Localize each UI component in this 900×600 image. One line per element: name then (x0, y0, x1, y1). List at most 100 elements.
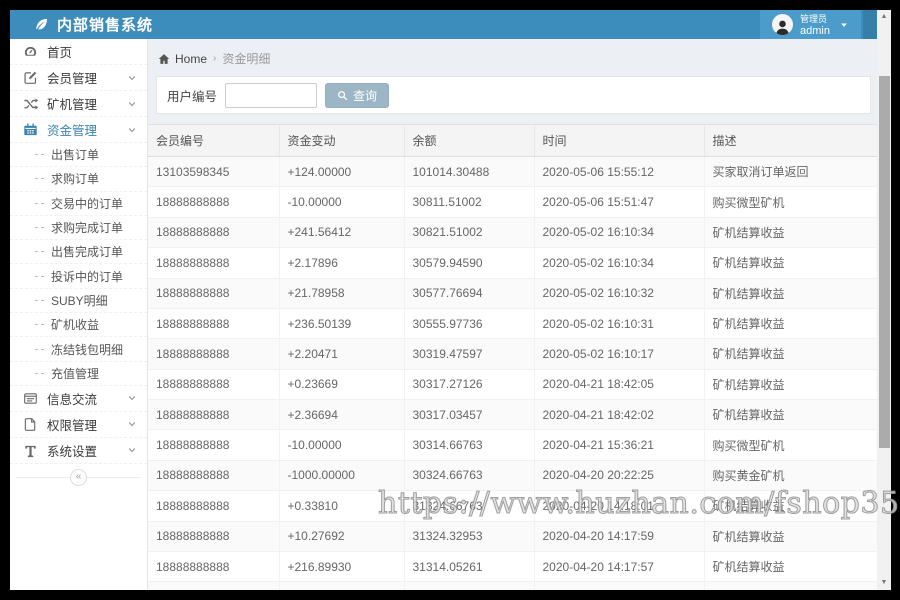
sidebar-collapse-button[interactable]: « (70, 469, 87, 487)
sidebar-item-permission-management[interactable]: 权限管理 (10, 412, 147, 438)
user-role: 管理员 (800, 13, 828, 24)
sidebar-item-label: 权限管理 (47, 418, 98, 433)
table-cell: +10.27692 (279, 521, 405, 552)
window-scrollbar[interactable]: ▲ ▼ (877, 10, 891, 590)
table-cell: 18888888888 (148, 490, 280, 522)
table-cell: 矿机结算收益 (704, 551, 877, 583)
scroll-down-arrow[interactable]: ▼ (877, 576, 891, 590)
sidebar-item-member-management[interactable]: 会员管理 (10, 65, 147, 91)
sidebar-subitem-miner-income[interactable]: 矿机收益 (10, 313, 147, 338)
sidebar-item-label: 资金管理 (47, 124, 98, 138)
sidebar-subitem-sell-completed-orders[interactable]: 出售完成订单 (10, 240, 147, 265)
table-row: 18888888888 +0.33810 31324.66763 2020-04-20… (148, 490, 877, 522)
table-row: 18888888888 -1000.00000 30324.66763 2020-04… (148, 460, 877, 492)
table-header-row: 会员编号 资金变动 余额 时间 描述 (148, 125, 877, 157)
tree-dash (35, 299, 44, 301)
table-cell: 矿机结算收益 (704, 338, 877, 370)
table-cell: 购买黄金矿机 (704, 460, 877, 492)
user-id-input[interactable] (225, 82, 318, 108)
table-cell: 18888888888 (148, 551, 280, 583)
table-cell: +0.23669 (279, 369, 405, 401)
table-cell: 101014.30488 (404, 156, 535, 188)
table-row: 18888888888 -10.00000 30314.66763 2020-04-2… (148, 429, 877, 461)
brand[interactable]: 内部销售系统 (10, 14, 153, 35)
sidebar-subitem-sell-orders[interactable]: 出售订单 (10, 143, 147, 168)
sidebar-subitem-buy-completed-orders[interactable]: 求购完成订单 (10, 216, 147, 241)
table-cell: +0.33810 (279, 490, 405, 522)
sidebar-item-system-settings[interactable]: 系统设置 (10, 438, 147, 464)
search-panel: 用户编号 查询 (156, 76, 871, 114)
table-cell: 买家取消订单返回 (704, 156, 877, 188)
table-cell: 矿机结算收益 (704, 278, 877, 309)
table-cell: 18888888888 (148, 521, 280, 552)
table-cell: +2.36694 (279, 399, 405, 431)
sidebar-subitem-buy-orders[interactable]: 求购订单 (10, 167, 147, 192)
breadcrumb-separator: › (213, 53, 217, 64)
sidebar-item-miner-management[interactable]: 矿机管理 (10, 91, 147, 117)
table-cell: +236.50139 (279, 308, 405, 340)
scroll-up-arrow[interactable]: ▲ (877, 10, 891, 24)
user-menu[interactable]: 管理员 admin (760, 10, 861, 39)
sidebar-menu: 首页会员管理矿机管理资金管理出售订单求购订单 交易中的订单求购完成订单出售完成订单… (10, 39, 147, 464)
table-cell: 2020-05-06 15:55:12 (534, 156, 705, 188)
table-row: 18888888888+0.4254331097.153312020-04-20… (148, 581, 877, 590)
table-row: 18888888888 +2.36694 30317.03457 2020-04-21… (148, 399, 877, 431)
search-button[interactable]: 查询 (325, 82, 390, 108)
brand-title: 内部销售系统 (57, 17, 154, 34)
table-cell: -10.00000 (279, 429, 405, 461)
table-cell: 矿机结算收益 (704, 217, 877, 249)
table-cell: 2020-05-02 16:10:32 (534, 278, 705, 309)
tree-dash (35, 348, 44, 350)
table-cell: 31324.32953 (404, 521, 535, 552)
text-icon (23, 443, 38, 458)
table-cell: 2020-05-02 16:10:34 (534, 247, 705, 279)
tree-dash (35, 154, 44, 156)
table-cell: 矿机结算收益 (704, 521, 877, 552)
table-cell: 18888888888 (148, 581, 280, 590)
sidebar-subitem-complaint-orders[interactable]: 投诉中的订单 (10, 264, 147, 289)
tree-dash (35, 324, 44, 326)
home-icon (158, 53, 170, 65)
sidebar-item-fund-management[interactable]: 资金管理 (10, 117, 147, 143)
table-cell: 30319.47597 (404, 338, 535, 370)
table-cell: 2020-04-20 14:17:55 (534, 581, 705, 590)
tree-dash (35, 202, 44, 204)
table-cell: +0.42543 (279, 581, 405, 590)
table-row: 18888888888 +10.27692 31324.32953 2020-04-2… (148, 521, 877, 552)
message-icon (23, 391, 38, 406)
breadcrumb-home-link[interactable]: Home (175, 52, 207, 66)
column-header: 描述 (704, 125, 877, 157)
table-cell: 30317.27126 (404, 369, 535, 401)
sidebar-subitem-label: 出售订单 (51, 148, 100, 163)
sidebar-subitem-label: 求购完成订单 (51, 221, 124, 236)
sidebar-subitem-recharge-management[interactable]: 充值管理 (10, 362, 147, 386)
table-cell: 2020-05-02 16:10:17 (534, 338, 705, 370)
user-text: 管理员 admin (800, 13, 830, 37)
table-row: 18888888888 +216.89930 31314.05261 2020-04-… (148, 551, 877, 583)
table-cell: 31097.15331 (404, 581, 535, 590)
sidebar-item-info-exchange[interactable]: 信息交流 (10, 386, 147, 412)
sidebar-subitem-trading-orders[interactable]: 交易中的订单 (10, 192, 147, 216)
table-cell: 18888888888 (148, 308, 280, 340)
column-header: 时间 (534, 125, 705, 157)
table-cell: 2020-04-20 14:18:01 (534, 490, 705, 522)
funds-table-panel: 会员编号 资金变动 余额 时间 描述 13103598345 +124.00000 1010… (148, 124, 877, 590)
sidebar-subitem-label: 投诉中的订单 (51, 269, 124, 284)
sidebar-subitem-label: 矿机收益 (51, 318, 100, 333)
sidebar-subitem-label: SUBY明细 (51, 293, 108, 308)
tree-dash (35, 227, 44, 229)
tree-dash (35, 251, 44, 253)
table-cell: 2020-04-21 18:42:02 (534, 399, 705, 431)
sidebar-subitem-frozen-wallet-detail[interactable]: 冻结钱包明细 (10, 337, 147, 362)
scrollbar-thumb[interactable] (878, 76, 890, 448)
sidebar-subitem-suby-detail[interactable]: SUBY明细 (10, 289, 147, 314)
chevron-down-icon (127, 125, 137, 135)
table-cell: 18888888888 (148, 217, 280, 249)
tree-dash (35, 372, 44, 374)
sidebar-item-label: 会员管理 (47, 72, 98, 86)
funds-table: 会员编号 资金变动 余额 时间 描述 13103598345 +124.00000 1010… (148, 125, 877, 590)
table-cell: 矿机结算收益 (704, 369, 877, 401)
table-row: 18888888888 +2.17896 30579.94590 2020-05-02… (148, 247, 877, 279)
sidebar-item-home[interactable]: 首页 (10, 39, 147, 65)
table-cell: 2020-05-06 15:51:47 (534, 186, 705, 218)
